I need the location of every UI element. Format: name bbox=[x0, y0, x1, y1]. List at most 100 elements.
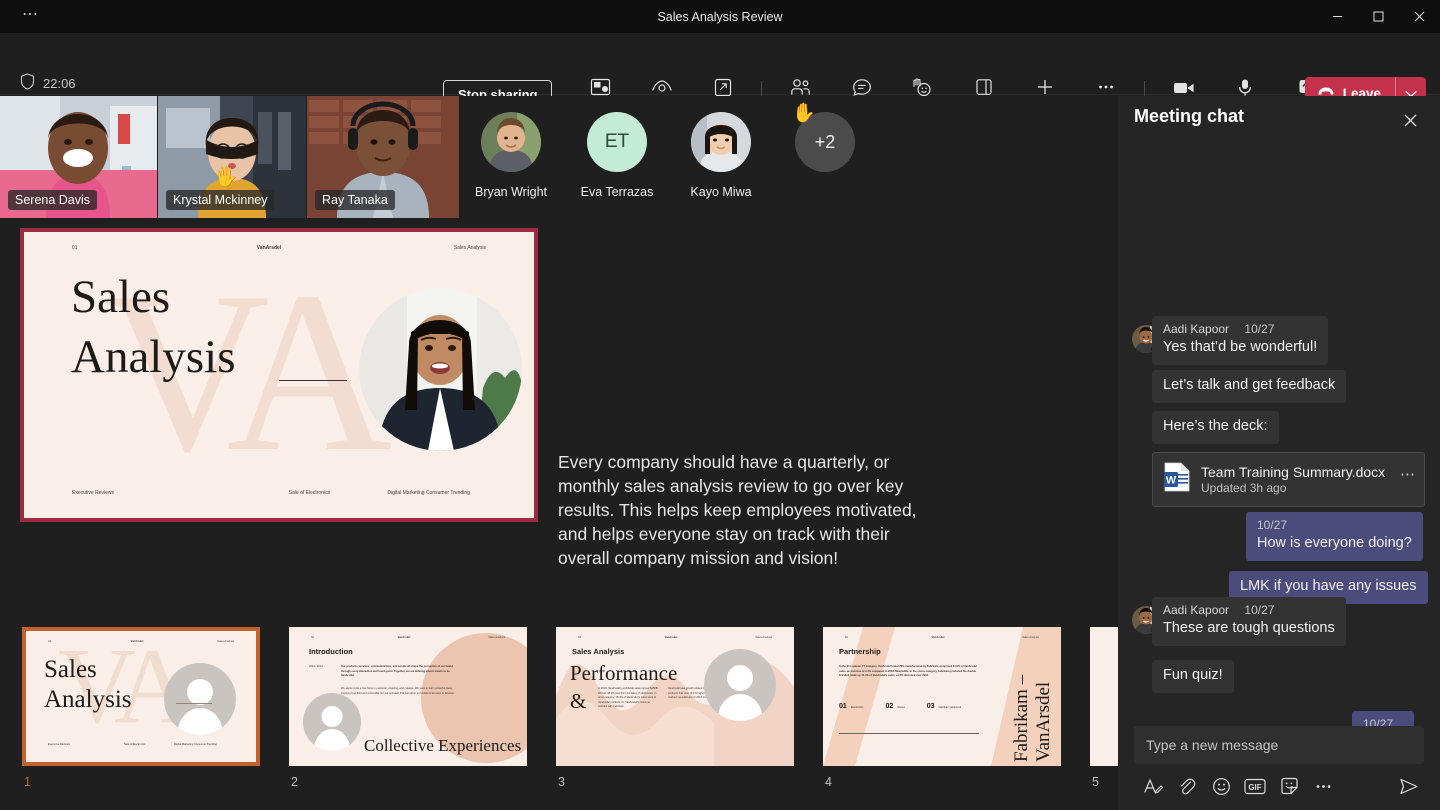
svg-text:GIF: GIF bbox=[1248, 783, 1261, 792]
participant-name-label: Ray Tanaka bbox=[315, 190, 395, 210]
slide-thumbnail-1[interactable]: VA 01 VanArsdel Sales Analysis Sales Ana… bbox=[22, 627, 260, 766]
slide-thumbnail-3[interactable]: 03 VanArsdel Sales Analysis Sales Analys… bbox=[556, 627, 794, 766]
message-time: 10/27 bbox=[1244, 322, 1274, 336]
chat-message-bubble[interactable]: Aadi Kapoor 10/27 These are tough questi… bbox=[1152, 597, 1346, 646]
shield-icon bbox=[20, 73, 35, 93]
window-controls bbox=[1317, 0, 1440, 33]
thumbnail-stats: 01Electronics 02Stores 03Fabrikam partne… bbox=[839, 703, 961, 711]
raised-hand-icon: ✋ bbox=[792, 104, 816, 123]
close-icon bbox=[1403, 113, 1418, 128]
thumbnail-stat-label-1: Electronics bbox=[851, 706, 864, 711]
live-caption-text: Every company should have a quarterly, o… bbox=[558, 450, 938, 570]
send-icon bbox=[1399, 777, 1419, 796]
message-meta: 10/27 bbox=[1257, 518, 1412, 532]
message-text: These are tough questions bbox=[1163, 619, 1335, 638]
slide-footer-item-3: Digital Marketing Consumer Trending bbox=[387, 488, 486, 498]
video-tile-ray-tanaka[interactable]: Ray Tanaka bbox=[307, 96, 459, 218]
message-time: 10/27 bbox=[1244, 603, 1274, 617]
send-message-button[interactable] bbox=[1394, 772, 1424, 800]
participant-name-label: Serena Davis bbox=[8, 190, 97, 210]
thumbnail-header-left: 04 bbox=[845, 636, 901, 639]
message-text: Here’s the deck: bbox=[1163, 417, 1268, 436]
thumbnail-rule bbox=[176, 703, 212, 704]
emoji-icon bbox=[1212, 777, 1231, 796]
slide-footer: Executive Reviews Sale of Electronics Di… bbox=[24, 488, 534, 498]
slide-thumbnail-2[interactable]: 02 VanArsdel Sales Analysis Introduction… bbox=[289, 627, 527, 766]
thumbnail-title: Collective Experiences bbox=[364, 736, 521, 756]
slide-header-left: 01 bbox=[72, 245, 192, 251]
participant-avatar-eva-terrazas[interactable]: ET Eva Terrazas bbox=[570, 96, 664, 218]
thumbnail-header: 02 VanArsdel Sales Analysis bbox=[289, 636, 527, 639]
avatar-initials: ET bbox=[605, 131, 629, 153]
thumbnail-canvas: 02 VanArsdel Sales Analysis Introduction… bbox=[289, 627, 527, 766]
video-tile-krystal-mckinney[interactable]: 🖐 Krystal Mckinney bbox=[158, 96, 306, 218]
thumbnail-stat-3: 03 bbox=[927, 703, 935, 710]
thumbnail-stat-2: 02 bbox=[885, 703, 893, 710]
meeting-chat-panel: Meeting chat bbox=[1118, 96, 1440, 810]
message-text: Yes that’d be wonderful! bbox=[1163, 338, 1317, 357]
message-author: Aadi Kapoor bbox=[1163, 603, 1229, 617]
video-tile-serena-davis[interactable]: Serena Davis bbox=[0, 96, 157, 218]
participant-avatar-kayo-miwa[interactable]: Kayo Miwa bbox=[674, 96, 768, 218]
thumbnail-body-lead: Our products, services, communications, … bbox=[341, 665, 461, 679]
avatar bbox=[481, 112, 541, 172]
message-text: LMK if you have any issues bbox=[1240, 577, 1417, 596]
participant-name-label: Kayo Miwa bbox=[690, 185, 751, 199]
file-more-options-button[interactable]: ⋯ bbox=[1400, 465, 1416, 483]
thumbnail-header-center: VanArsdel bbox=[901, 636, 975, 639]
chat-message-input[interactable]: Type a new message bbox=[1134, 726, 1424, 764]
window-overflow-icon[interactable]: ⋯ bbox=[22, 8, 39, 22]
chat-message-bubble[interactable]: Here’s the deck: bbox=[1152, 411, 1279, 444]
thumbnail-header-center: VanArsdel bbox=[634, 636, 708, 639]
chat-composer-toolbar: GIF bbox=[1136, 772, 1424, 800]
chat-close-button[interactable] bbox=[1394, 104, 1426, 136]
avatar: ET bbox=[587, 112, 647, 172]
thumbnail-number-3: 3 bbox=[558, 775, 565, 789]
thumbnail-kicker: Introduction bbox=[309, 647, 353, 656]
thumbnail-title: Sales Analysis bbox=[44, 655, 132, 715]
shared-slide[interactable]: VA 01 VanArsdel Sales Analysis Sales Ana… bbox=[20, 228, 538, 522]
thumbnail-number-1: 1 bbox=[24, 775, 31, 789]
participant-overflow-tile[interactable]: +2 ✋ bbox=[778, 96, 872, 218]
gif-icon: GIF bbox=[1244, 778, 1266, 795]
attach-file-button[interactable] bbox=[1170, 772, 1204, 800]
chat-file-attachment[interactable]: W Team Training Summary.docx Updated 3h … bbox=[1152, 452, 1425, 507]
thumbnail-body-text: We aspire to be a true force in customer… bbox=[341, 687, 461, 696]
attach-file-icon bbox=[1178, 777, 1196, 796]
composer-more-options-button[interactable] bbox=[1306, 772, 1340, 800]
slide-filmstrip[interactable]: VA 01 VanArsdel Sales Analysis Sales Ana… bbox=[0, 618, 1118, 810]
thumbnail-header: 03 VanArsdel Sales Analysis bbox=[556, 636, 794, 639]
slide-thumbnail-5[interactable] bbox=[1090, 627, 1118, 766]
thumbnail-footer-3: Digital Marketing Consumer Trending bbox=[174, 743, 217, 748]
thumbnail-person-placeholder bbox=[303, 693, 361, 751]
slide-header: 01 VanArsdel Sales Analysis bbox=[24, 245, 534, 251]
slide-footer-item-2: Sale of Electronics bbox=[289, 488, 388, 498]
thumbnail-body-col1: In 2019, VanArsdel's worldwide sales top… bbox=[598, 687, 660, 710]
chat-message-bubble[interactable]: Let’s talk and get feedback bbox=[1152, 370, 1346, 403]
participant-avatar-bryan-wright[interactable]: Bryan Wright bbox=[464, 96, 558, 218]
gif-button[interactable]: GIF bbox=[1238, 772, 1272, 800]
thumbnail-kicker: Partnership bbox=[839, 647, 881, 656]
thumbnail-person-placeholder bbox=[704, 649, 776, 721]
chat-message-bubble[interactable]: Fun quiz! bbox=[1152, 660, 1234, 693]
thumbnail-stat-label-3: Fabrikam partnered bbox=[939, 706, 962, 711]
chat-message-list[interactable]: Aadi Kapoor 10/27 Yes that’d be wonderfu… bbox=[1118, 156, 1440, 720]
thumbnail-header-center: VanArsdel bbox=[367, 636, 441, 639]
slide-thumbnail-4[interactable]: 04 VanArsdel Sales Analysis Partnership … bbox=[823, 627, 1061, 766]
participant-name-label: Bryan Wright bbox=[475, 185, 547, 199]
sticker-icon bbox=[1280, 777, 1299, 796]
minimize-icon[interactable] bbox=[1317, 0, 1358, 33]
thumbnail-rule bbox=[839, 733, 979, 734]
thumbnail-number-5: 5 bbox=[1092, 775, 1099, 789]
message-meta: Aadi Kapoor 10/27 bbox=[1163, 603, 1335, 617]
chat-message-bubble[interactable]: 10/27 How is everyone doing? bbox=[1246, 512, 1423, 561]
chat-message-bubble[interactable]: Aadi Kapoor 10/27 Yes that’d be wonderfu… bbox=[1152, 316, 1328, 365]
message-meta: Aadi Kapoor 10/27 bbox=[1163, 322, 1317, 336]
close-icon[interactable] bbox=[1399, 0, 1440, 33]
participant-strip: Serena Davis 🖐 Krystal Mckinney bbox=[0, 96, 1118, 218]
sticker-button[interactable] bbox=[1272, 772, 1306, 800]
thumbnail-canvas bbox=[1090, 627, 1118, 766]
format-text-button[interactable] bbox=[1136, 772, 1170, 800]
emoji-button[interactable] bbox=[1204, 772, 1238, 800]
maximize-icon[interactable] bbox=[1358, 0, 1399, 33]
